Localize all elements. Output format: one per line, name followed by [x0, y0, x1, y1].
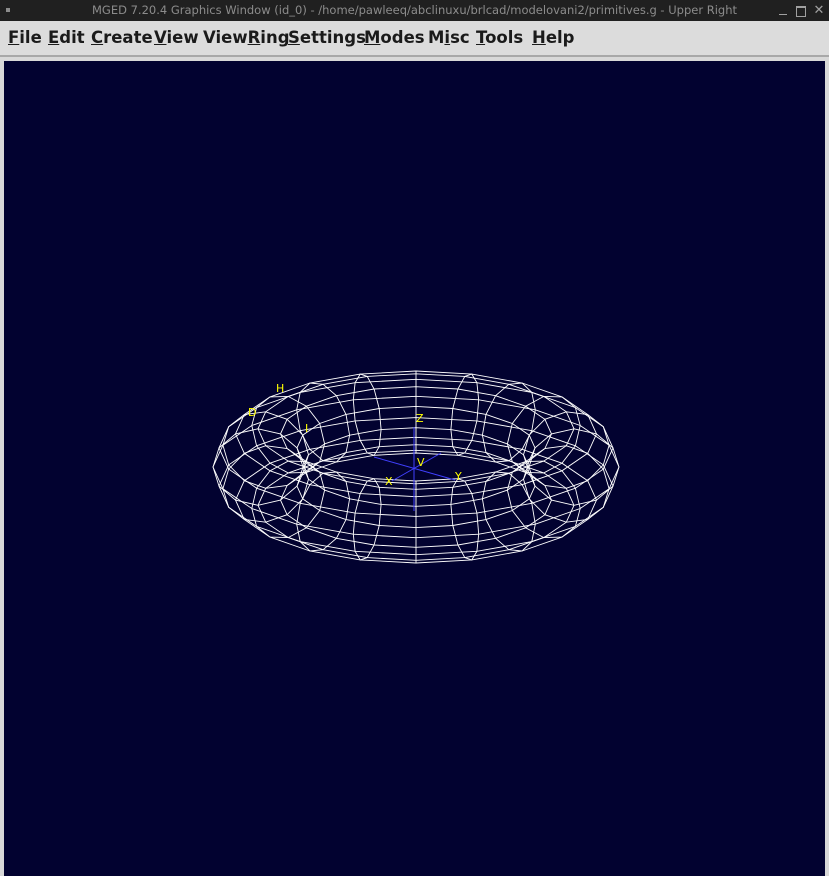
close-icon[interactable]: ✕	[813, 4, 825, 17]
menu-bar: File Edit Create View ViewRing Settings …	[0, 21, 829, 57]
graphics-viewport[interactable]: Z Y X V H D I	[4, 61, 825, 876]
menu-edit[interactable]: Edit	[48, 21, 85, 55]
menu-misc[interactable]: Misc	[428, 21, 470, 55]
torus-meridian-line	[450, 373, 480, 456]
torus-meridian-line	[352, 373, 382, 456]
vertex-label-d: D	[248, 406, 256, 419]
axis-label-y: Y	[454, 470, 462, 483]
torus-meridian-line	[212, 428, 304, 506]
axis-label-z: Z	[416, 412, 424, 425]
menu-create[interactable]: Create	[91, 21, 153, 55]
maximize-icon[interactable]	[795, 5, 807, 17]
title-bar[interactable]: MGED 7.20.4 Graphics Window (id_0) - /ho…	[0, 0, 829, 21]
scene-canvas[interactable]: Z Y X V H D I	[4, 61, 825, 876]
torus-meridian-line	[528, 428, 620, 506]
menu-tools[interactable]: Tools	[476, 21, 523, 55]
origin-label-v: V	[417, 456, 425, 469]
menu-modes[interactable]: Modes	[364, 21, 425, 55]
vertex-label-i: I	[305, 422, 308, 435]
axis-label-x: X	[385, 475, 393, 488]
torus-meridian-line	[450, 478, 480, 561]
menu-view[interactable]: View	[154, 21, 199, 55]
menu-help[interactable]: Help	[532, 21, 574, 55]
menu-file[interactable]: File	[8, 21, 42, 55]
torus-meridian-line	[352, 478, 382, 561]
minimize-icon[interactable]	[777, 5, 789, 17]
vertex-label-h: H	[276, 382, 284, 395]
menu-viewring[interactable]: ViewRing	[203, 21, 290, 55]
window-title: MGED 7.20.4 Graphics Window (id_0) - /ho…	[91, 3, 738, 17]
menu-settings[interactable]: Settings	[288, 21, 366, 55]
